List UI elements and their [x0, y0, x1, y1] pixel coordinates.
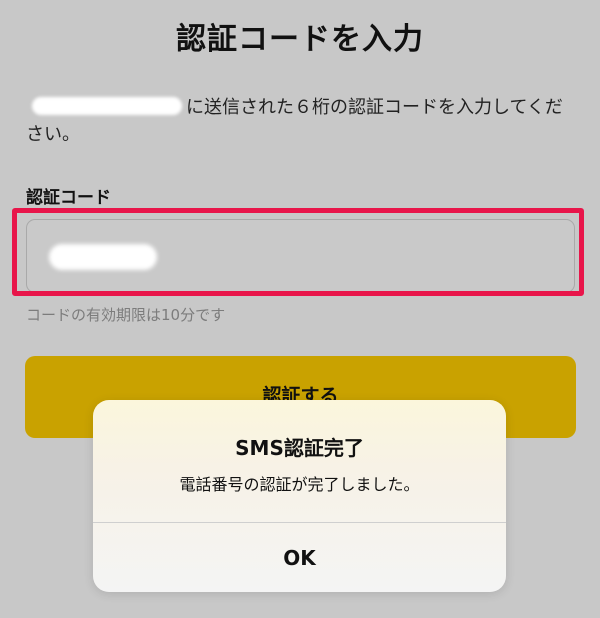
code-expiry-hint: コードの有効期限は10分です	[26, 306, 226, 324]
instruction-text: に送信された６桁の認証コードを入力してください。	[26, 94, 566, 148]
alert-message: 電話番号の認証が完了しました。	[179, 475, 420, 494]
sms-verified-alert: SMS認証完了 電話番号の認証が完了しました。 OK	[93, 400, 506, 592]
code-field-label: 認証コード	[26, 188, 111, 208]
input-highlight-frame	[12, 208, 584, 296]
alert-ok-button[interactable]: OK	[93, 523, 506, 592]
redacted-phone-number	[32, 97, 182, 115]
alert-title: SMS認証完了	[235, 436, 364, 460]
page-title: 認証コードを入力	[176, 22, 424, 57]
